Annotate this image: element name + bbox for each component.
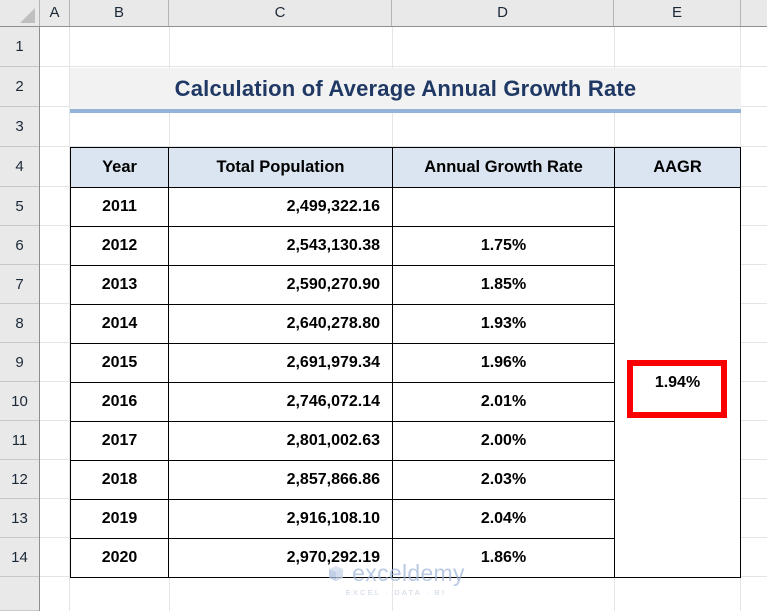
column-header-b[interactable]: B <box>70 0 169 26</box>
gridline-horizontal <box>40 66 767 67</box>
table-body: 2011 2,499,322.16 1.94% 2012 2,543,130.38 1.7… <box>70 187 741 578</box>
cell-annual-growth-rate[interactable]: 1.86% <box>392 538 615 578</box>
cell-annual-growth-rate[interactable] <box>392 187 615 227</box>
cell-total-population[interactable]: 2,499,322.16 <box>168 187 393 227</box>
table-row: 2011 2,499,322.16 1.94% <box>70 187 741 578</box>
cell-annual-growth-rate[interactable]: 1.85% <box>392 265 615 305</box>
cell-total-population[interactable]: 2,746,072.14 <box>168 382 393 422</box>
row-header-10[interactable]: 10 <box>0 382 39 421</box>
row-header-3[interactable]: 3 <box>0 107 39 147</box>
cell-year[interactable]: 2015 <box>70 343 169 383</box>
cell-annual-growth-rate[interactable]: 1.93% <box>392 304 615 344</box>
cell-annual-growth-rate[interactable]: 2.01% <box>392 382 615 422</box>
cell-total-population[interactable]: 2,801,002.63 <box>168 421 393 461</box>
row-header-5[interactable]: 5 <box>0 187 39 226</box>
cell-year[interactable]: 2020 <box>70 538 169 578</box>
cell-year[interactable]: 2019 <box>70 499 169 539</box>
cell-total-population[interactable]: 2,691,979.34 <box>168 343 393 383</box>
sheet-title-banner: Calculation of Average Annual Growth Rat… <box>70 68 741 113</box>
column-header-a[interactable]: A <box>40 0 70 26</box>
column-header-e[interactable]: E <box>614 0 741 26</box>
row-header-7[interactable]: 7 <box>0 265 39 304</box>
cell-annual-growth-rate[interactable]: 2.04% <box>392 499 615 539</box>
cell-year[interactable]: 2012 <box>70 226 169 266</box>
row-header-4[interactable]: 4 <box>0 147 39 187</box>
cell-total-population[interactable]: 2,640,278.80 <box>168 304 393 344</box>
row-header-2[interactable]: 2 <box>0 67 39 107</box>
column-header-c[interactable]: C <box>169 0 392 26</box>
column-header-population: Total Population <box>168 147 393 188</box>
row-header-6[interactable]: 6 <box>0 226 39 265</box>
row-header-14[interactable]: 14 <box>0 538 39 577</box>
row-header-11[interactable]: 11 <box>0 421 39 460</box>
cell-total-population[interactable]: 2,543,130.38 <box>168 226 393 266</box>
cell-annual-growth-rate[interactable]: 1.75% <box>392 226 615 266</box>
table-header-row: Year Total Population Annual Growth Rate… <box>70 147 741 188</box>
cell-year[interactable]: 2016 <box>70 382 169 422</box>
row-header-1[interactable]: 1 <box>0 27 39 67</box>
column-header-strip: A B C D E <box>0 0 767 27</box>
cell-year[interactable]: 2017 <box>70 421 169 461</box>
cell-year[interactable]: 2013 <box>70 265 169 305</box>
cell-year[interactable]: 2011 <box>70 187 169 227</box>
row-header-12[interactable]: 12 <box>0 460 39 499</box>
cell-annual-growth-rate[interactable]: 2.00% <box>392 421 615 461</box>
cell-year[interactable]: 2018 <box>70 460 169 500</box>
row-header-strip: 1 2 3 4 5 6 7 8 9 10 11 12 13 14 <box>0 27 40 611</box>
select-all-corner[interactable] <box>0 0 40 26</box>
row-header-13[interactable]: 13 <box>0 499 39 538</box>
cell-total-population[interactable]: 2,970,292.19 <box>168 538 393 578</box>
cell-total-population[interactable]: 2,590,270.90 <box>168 265 393 305</box>
cell-year[interactable]: 2014 <box>70 304 169 344</box>
cell-total-population[interactable]: 2,916,108.10 <box>168 499 393 539</box>
page-title: Calculation of Average Annual Growth Rat… <box>174 75 637 101</box>
select-all-triangle-icon <box>20 8 35 23</box>
column-header-f[interactable] <box>741 0 767 26</box>
column-header-d[interactable]: D <box>392 0 614 26</box>
row-header-8[interactable]: 8 <box>0 304 39 343</box>
column-header-aagr: AAGR <box>614 147 741 188</box>
cell-total-population[interactable]: 2,857,866.86 <box>168 460 393 500</box>
cell-aagr-value[interactable]: 1.94% <box>614 187 741 578</box>
row-header-9[interactable]: 9 <box>0 343 39 382</box>
growth-rate-table: Year Total Population Annual Growth Rate… <box>70 147 741 578</box>
cell-annual-growth-rate[interactable]: 2.03% <box>392 460 615 500</box>
column-header-year: Year <box>70 147 169 188</box>
row-header-15[interactable] <box>0 577 39 611</box>
column-header-growth: Annual Growth Rate <box>392 147 615 188</box>
cell-annual-growth-rate[interactable]: 1.96% <box>392 343 615 383</box>
